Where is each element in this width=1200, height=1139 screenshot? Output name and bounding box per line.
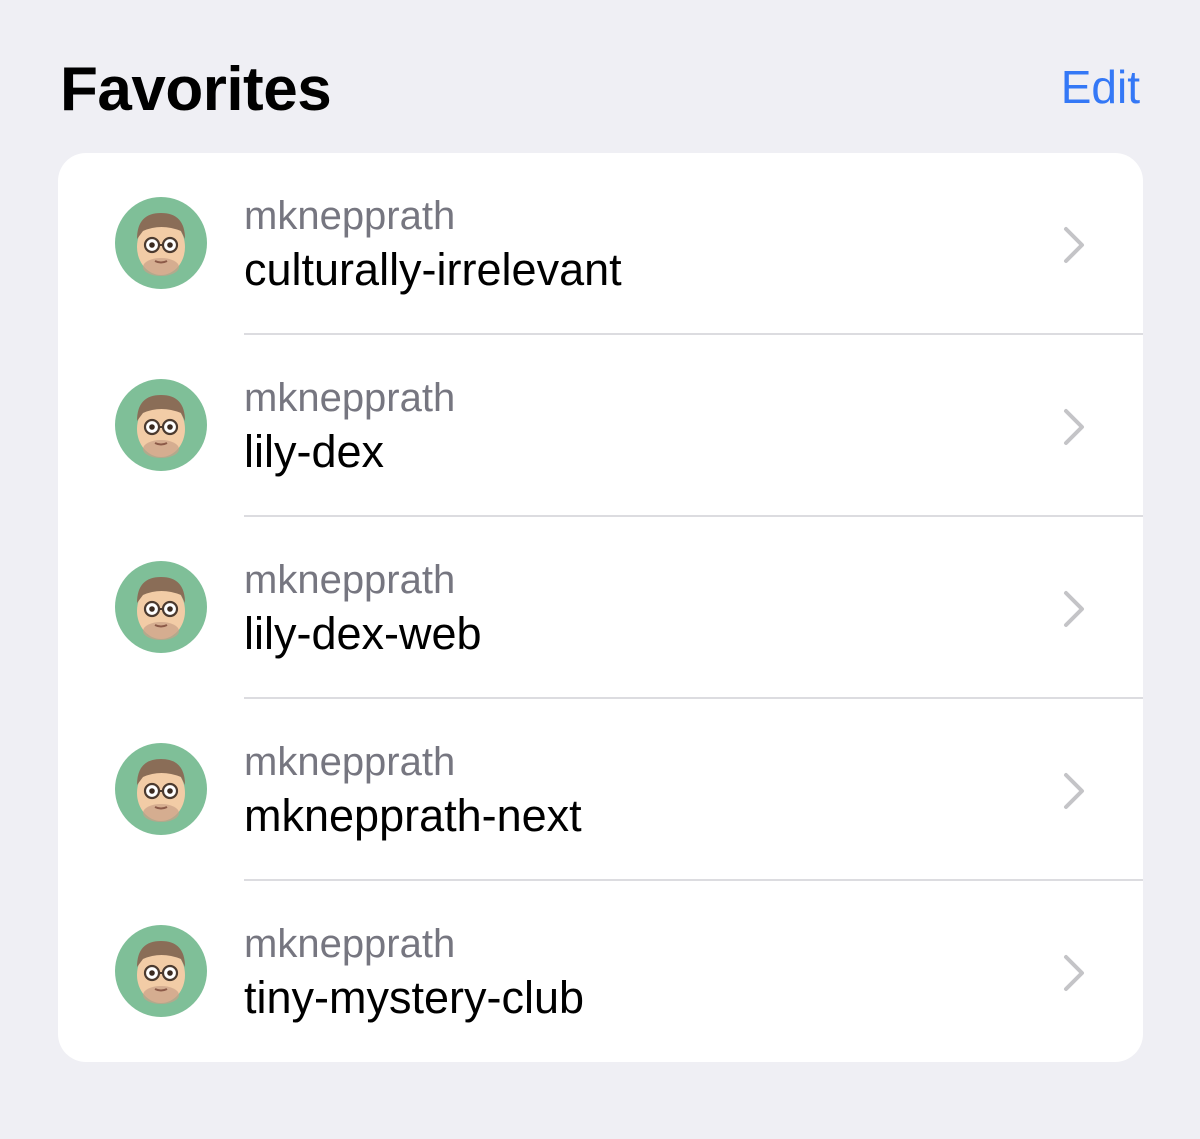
edit-button[interactable]: Edit [1061,60,1140,114]
memoji-avatar-icon [115,561,207,653]
chevron-right-icon [1064,591,1084,627]
repo-name: lily-dex-web [244,608,482,659]
favorite-row[interactable]: mknepprath tiny-mystery-club [58,881,1143,1062]
favorite-row-text: mknepprath lily-dex [244,373,455,481]
favorite-row-text: mknepprath tiny-mystery-club [244,919,584,1027]
favorites-header: Favorites Edit [60,50,1140,130]
favorite-row[interactable]: mknepprath lily-dex-web [58,517,1143,699]
chevron-right-icon [1064,955,1084,991]
favorite-row[interactable]: mknepprath mknepprath-next [58,699,1143,881]
memoji-avatar-icon [115,743,207,835]
memoji-avatar-icon [115,379,207,471]
favorite-row-text: mknepprath culturally-irrelevant [244,191,622,299]
repo-owner: mknepprath [244,740,456,784]
repo-name: mknepprath-next [244,790,582,841]
repo-name: lily-dex [244,426,385,477]
repo-name: tiny-mystery-club [244,972,585,1023]
favorite-row[interactable]: mknepprath culturally-irrelevant [58,153,1143,335]
repo-owner: mknepprath [244,922,456,966]
repo-owner: mknepprath [244,194,456,238]
repo-name: culturally-irrelevant [244,244,622,295]
page-title: Favorites [60,55,332,124]
memoji-avatar-icon [115,197,207,289]
favorite-row[interactable]: mknepprath lily-dex [58,335,1143,517]
repo-owner: mknepprath [244,376,456,420]
favorite-row-text: mknepprath mknepprath-next [244,737,582,845]
repo-owner: mknepprath [244,558,456,602]
memoji-avatar-icon [115,925,207,1017]
favorite-row-text: mknepprath lily-dex-web [244,555,482,663]
chevron-right-icon [1064,773,1084,809]
chevron-right-icon [1064,227,1084,263]
favorites-list: mknepprath culturally-irrelevant mkneppr… [58,153,1143,1062]
chevron-right-icon [1064,409,1084,445]
